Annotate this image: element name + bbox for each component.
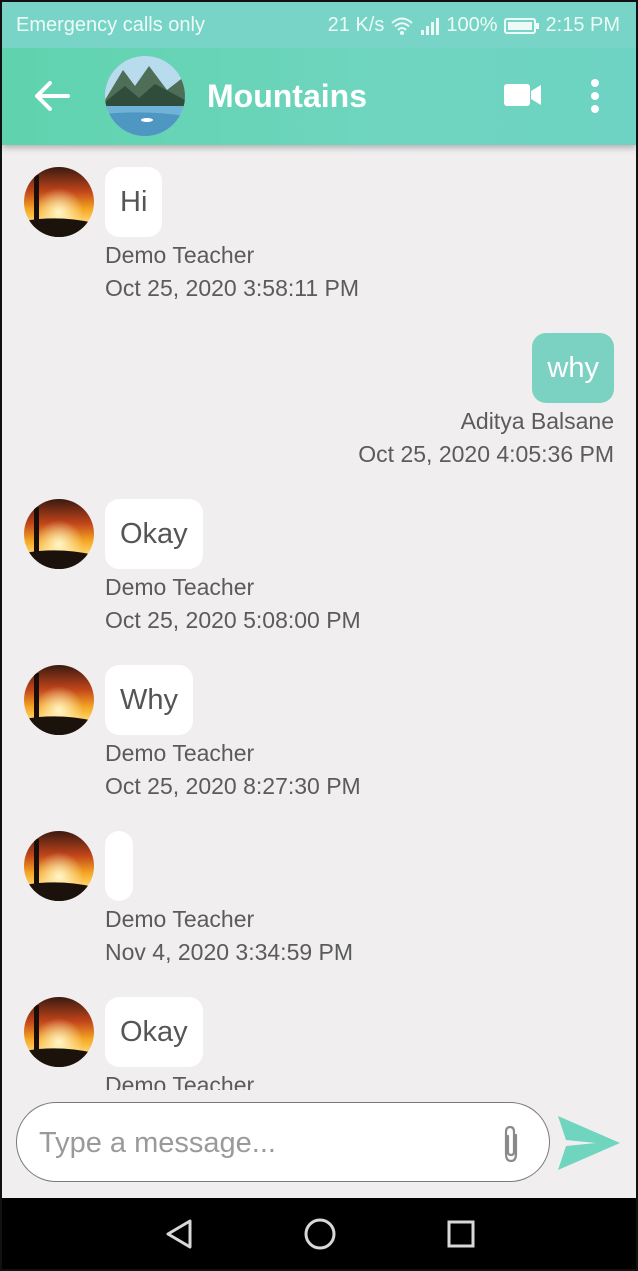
app-bar: Mountains — [2, 48, 636, 145]
group-avatar[interactable] — [105, 56, 185, 136]
message-sender: Aditya Balsane — [460, 408, 614, 434]
message-list[interactable]: Hi Demo Teacher Oct 25, 2020 3:58:11 PM … — [2, 145, 636, 1090]
sender-avatar[interactable] — [24, 997, 94, 1067]
battery-percent: 100% — [446, 14, 498, 36]
message-timestamp: Oct 25, 2020 3:58:11 PM — [105, 275, 360, 301]
message-timestamp: Oct 25, 2020 8:27:30 PM — [105, 773, 361, 799]
status-bar: Emergency calls only 21 K/s 100% 2:15 PM — [2, 2, 636, 48]
message-bubble[interactable]: Why — [105, 665, 193, 735]
message-sender: Demo Teacher — [105, 1072, 255, 1090]
back-arrow-icon[interactable] — [32, 78, 72, 114]
battery-icon — [503, 17, 539, 34]
message-input-box[interactable] — [16, 1102, 550, 1182]
android-nav-bar — [2, 1198, 636, 1269]
sunset-avatar-image — [24, 665, 94, 735]
sender-avatar[interactable] — [24, 665, 94, 735]
clock: 2:15 PM — [545, 14, 620, 36]
message-bubble[interactable]: why — [532, 333, 614, 403]
nav-recents-icon[interactable] — [446, 1218, 476, 1250]
nav-back-icon[interactable] — [164, 1218, 194, 1250]
header: Emergency calls only 21 K/s 100% 2:15 PM… — [2, 2, 636, 145]
send-icon[interactable] — [556, 1112, 622, 1174]
more-options-icon[interactable] — [588, 78, 602, 114]
sunset-avatar-image — [24, 167, 94, 237]
video-call-icon[interactable] — [504, 82, 542, 108]
message-composer — [2, 1090, 636, 1198]
message-sender: Demo Teacher — [105, 740, 255, 766]
paperclip-icon[interactable] — [499, 1123, 523, 1165]
sunset-avatar-image — [24, 831, 94, 901]
chat-title[interactable]: Mountains — [207, 78, 367, 115]
message-timestamp: Oct 25, 2020 5:08:00 PM — [105, 607, 361, 633]
nav-home-icon[interactable] — [302, 1216, 338, 1252]
status-indicators: 21 K/s 100% 2:15 PM — [328, 14, 620, 37]
message-bubble[interactable]: Okay — [105, 997, 203, 1067]
message-input[interactable] — [37, 1117, 481, 1169]
signal-icon — [421, 17, 440, 35]
message-sender: Demo Teacher — [105, 906, 255, 932]
sunset-avatar-image — [24, 499, 94, 569]
wifi-icon — [391, 17, 414, 35]
sender-avatar[interactable] — [24, 167, 94, 237]
carrier-text: Emergency calls only — [16, 14, 205, 36]
network-speed: 21 K/s — [327, 14, 385, 36]
message-sender: Demo Teacher — [105, 242, 255, 268]
sunset-avatar-image — [24, 997, 94, 1067]
message-bubble[interactable]: Okay — [105, 499, 203, 569]
mountain-lake-image — [105, 56, 185, 136]
message-bubble[interactable]: Hi — [105, 167, 163, 237]
message-timestamp: Nov 4, 2020 3:34:59 PM — [105, 939, 354, 965]
sender-avatar[interactable] — [24, 499, 94, 569]
message-bubble[interactable] — [105, 831, 133, 901]
message-timestamp: Oct 25, 2020 4:05:36 PM — [358, 441, 614, 467]
phone-screen: Emergency calls only 21 K/s 100% 2:15 PM… — [0, 0, 638, 1271]
message-sender: Demo Teacher — [105, 574, 255, 600]
sender-avatar[interactable] — [24, 831, 94, 901]
